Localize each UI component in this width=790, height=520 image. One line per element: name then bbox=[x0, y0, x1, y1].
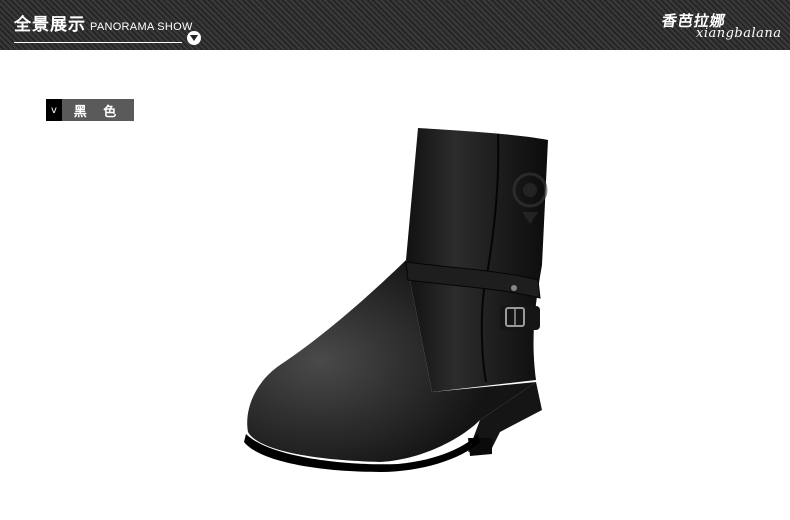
section-title-cn: 全景展示 bbox=[14, 15, 86, 35]
title-underline bbox=[14, 42, 182, 43]
expand-button[interactable] bbox=[187, 31, 201, 45]
brand-logo: 香芭拉娜 xiangbalana bbox=[660, 10, 782, 46]
brand-logo-en: xiangbalana bbox=[696, 26, 782, 41]
chevron-down-icon bbox=[190, 35, 198, 41]
color-tag-label: 黑 色 bbox=[62, 99, 134, 121]
section-title-en: PANORAMA SHOW bbox=[90, 21, 193, 33]
header-banner: 全景展示 PANORAMA SHOW 香芭拉娜 xiangbalana bbox=[0, 0, 790, 50]
product-image bbox=[244, 128, 548, 472]
section-title: 全景展示 PANORAMA SHOW bbox=[14, 10, 193, 36]
color-tag-marker: v bbox=[46, 99, 62, 121]
color-tag: v 黑 色 bbox=[46, 99, 134, 121]
